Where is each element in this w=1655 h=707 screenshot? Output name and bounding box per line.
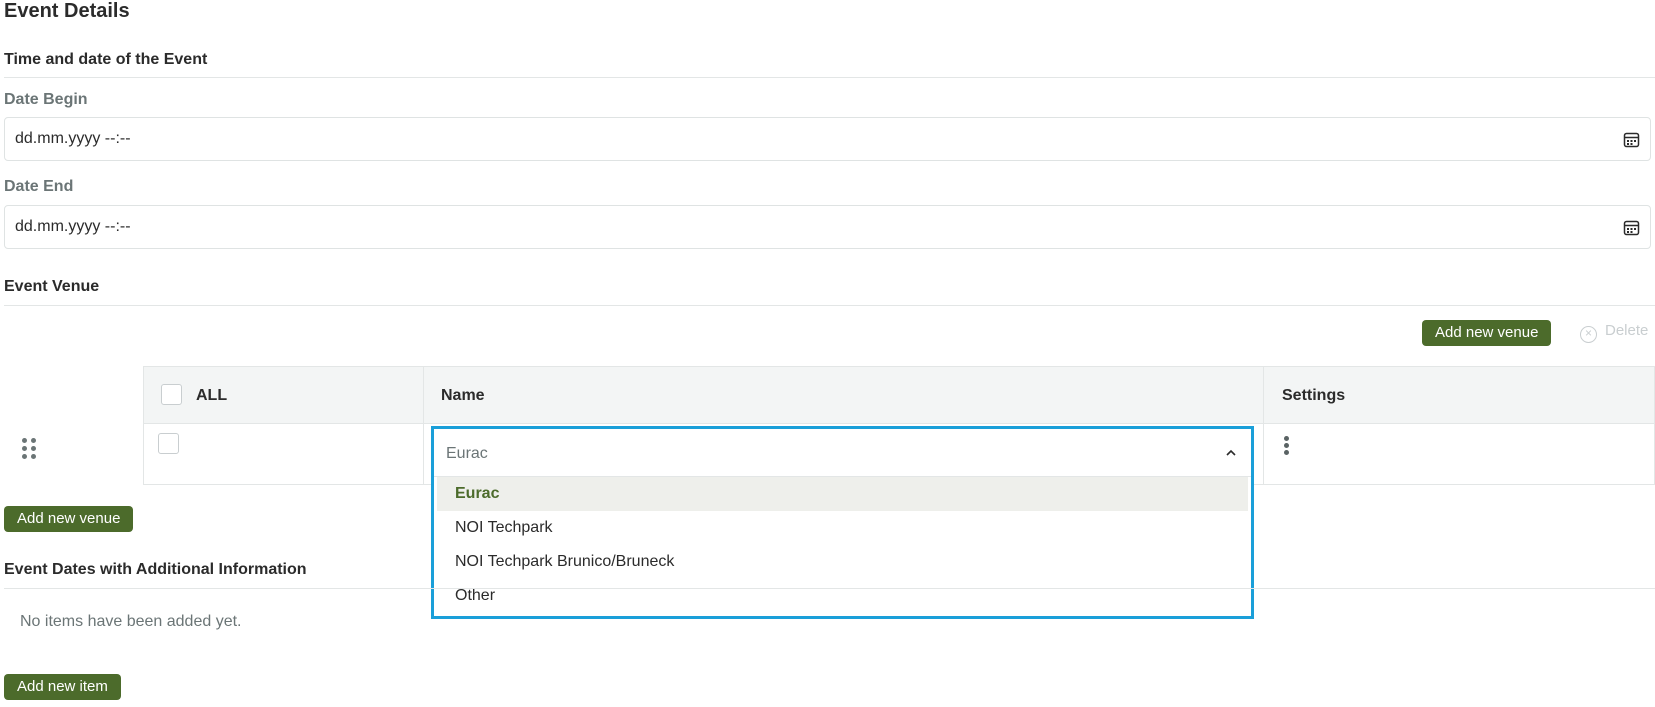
date-begin-value: dd.mm.yyyy --:-- bbox=[15, 130, 131, 147]
header-settings: Settings bbox=[1282, 387, 1346, 404]
option-noi-techpark[interactable]: NOI Techpark bbox=[437, 511, 1248, 545]
venue-name-select[interactable]: Eurac Eurac NOI Techpark NOI Techpark Br… bbox=[431, 426, 1254, 619]
page-title: Event Details bbox=[4, 0, 130, 22]
date-begin-input[interactable]: dd.mm.yyyy --:-- bbox=[4, 117, 1651, 161]
column-divider bbox=[1263, 367, 1264, 484]
option-noi-techpark-brunico[interactable]: NOI Techpark Brunico/Bruneck bbox=[437, 545, 1248, 579]
more-options-icon[interactable] bbox=[1284, 436, 1290, 456]
option-other[interactable]: Other bbox=[437, 579, 1248, 613]
select-current-value: Eurac bbox=[446, 445, 488, 462]
chevron-up-icon[interactable] bbox=[1225, 447, 1237, 459]
date-end-value: dd.mm.yyyy --:-- bbox=[15, 218, 131, 235]
calendar-icon[interactable] bbox=[1623, 131, 1640, 148]
add-venue-button-bottom[interactable]: Add new venue bbox=[4, 506, 134, 532]
add-item-button[interactable]: Add new item bbox=[4, 674, 121, 700]
date-end-label: Date End bbox=[4, 178, 74, 195]
time-section-title: Time and date of the Event bbox=[4, 51, 208, 68]
additional-section-title: Event Dates with Additional Information bbox=[4, 561, 307, 578]
row-checkbox[interactable] bbox=[158, 433, 179, 454]
select-all-checkbox[interactable] bbox=[161, 384, 182, 405]
select-current[interactable]: Eurac bbox=[434, 429, 1251, 477]
date-begin-label: Date Begin bbox=[4, 91, 88, 108]
empty-state-text: No items have been added yet. bbox=[20, 613, 242, 630]
option-eurac[interactable]: Eurac bbox=[437, 477, 1248, 511]
header-name: Name bbox=[441, 387, 485, 404]
delete-label: Delete bbox=[1605, 322, 1649, 339]
delete-button[interactable]: × Delete bbox=[1580, 322, 1648, 343]
add-venue-button-top[interactable]: Add new venue bbox=[1422, 320, 1552, 346]
column-divider bbox=[423, 367, 424, 484]
date-end-input[interactable]: dd.mm.yyyy --:-- bbox=[4, 205, 1651, 249]
table-header: ALL Name Settings bbox=[144, 367, 1654, 424]
header-all: ALL bbox=[196, 387, 228, 404]
divider bbox=[4, 77, 1655, 78]
drag-handle-icon[interactable] bbox=[22, 438, 38, 460]
calendar-icon[interactable] bbox=[1623, 219, 1640, 236]
venue-section-title: Event Venue bbox=[4, 278, 100, 295]
close-circle-icon: × bbox=[1580, 326, 1597, 343]
divider bbox=[4, 305, 1655, 306]
divider bbox=[4, 588, 1655, 589]
